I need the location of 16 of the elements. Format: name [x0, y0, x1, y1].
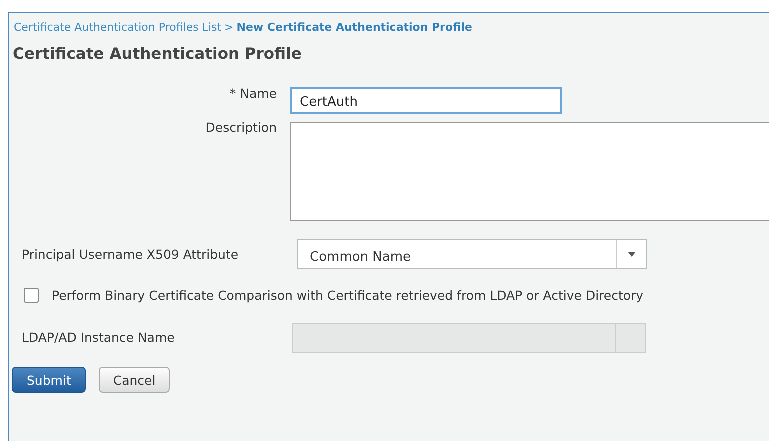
description-field[interactable] [290, 122, 769, 221]
field-label: Description [206, 120, 277, 135]
caret-icon [628, 252, 636, 256]
dropdown-value: Common Name [309, 250, 412, 267]
field-label: LDAP/AD Instance Name [22, 330, 175, 344]
field-label: Principal Username X509 Attribute [22, 246, 239, 262]
breadcrumb-current: New Certificate Authentication Profile [236, 21, 472, 34]
checkbox-label: Perform Binary Certificate Comparison with Certificate retrieved from LDAP or Active Directory [52, 288, 644, 303]
breadcrumb-separator: > [224, 21, 234, 34]
checkbox[interactable] [24, 288, 39, 303]
field-label: * Name [230, 86, 277, 101]
submit-button[interactable]: Submit [12, 367, 86, 393]
cancel-button[interactable]: Cancel [99, 367, 170, 393]
name-field[interactable]: CertAuth [290, 87, 562, 114]
dropdown[interactable]: Common Name [297, 239, 647, 269]
page-title: Certificate Authentication Profile [12, 44, 303, 65]
